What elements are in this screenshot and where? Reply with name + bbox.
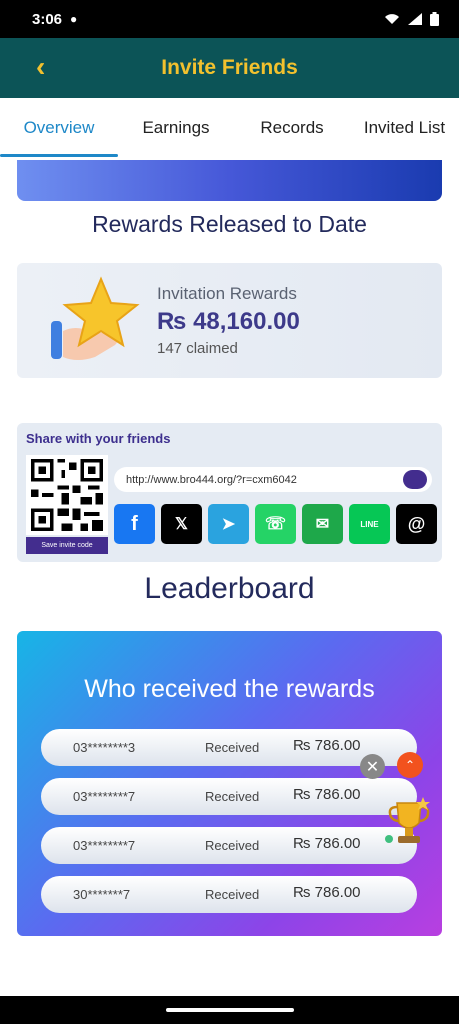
navigation-bar xyxy=(0,996,459,1024)
leaderboard-card: Who received the rewards 03********3 Rec… xyxy=(17,631,442,936)
tab-invited-list[interactable]: Invited List xyxy=(350,98,459,158)
facebook-icon: f xyxy=(131,512,138,535)
invite-url-field[interactable]: http://www.bro444.org/?r=cxm6042 xyxy=(114,467,432,492)
leaderboard-heading: Leaderboard xyxy=(144,572,315,605)
tab-overview[interactable]: Overview xyxy=(0,98,118,158)
winner-status: Received xyxy=(205,789,260,804)
line-icon: LINE xyxy=(360,519,379,529)
copy-icon[interactable] xyxy=(403,470,427,489)
home-gesture-bar[interactable] xyxy=(166,1008,294,1012)
rewards-heading: Rewards Released to Date xyxy=(92,211,367,237)
share-panel: Share with your friends Save invite code… xyxy=(17,423,442,562)
leaderboard-card-title: Who received the rewards xyxy=(84,675,375,703)
close-icon[interactable]: ✕ xyxy=(360,754,385,779)
app-header: ‹ Invite Friends xyxy=(0,38,459,98)
social-share-row: f 𝕏 ➤ ☏ ✉ LINE @ xyxy=(114,504,437,544)
winner-amount: ₨ 786.00 xyxy=(293,786,361,803)
promo-banner[interactable] xyxy=(17,160,442,201)
whatsapp-icon: ☏ xyxy=(264,514,287,533)
threads-icon: @ xyxy=(407,513,426,534)
line-share-button[interactable]: LINE xyxy=(349,504,390,544)
winner-phone: 30*******7 xyxy=(73,887,131,902)
winner-status: Received xyxy=(205,887,260,902)
sms-share-button[interactable]: ✉ xyxy=(302,504,343,544)
rewards-claimed-count: 147 claimed xyxy=(157,340,238,357)
telegram-icon: ➤ xyxy=(221,516,236,533)
threads-share-button[interactable]: @ xyxy=(396,504,437,544)
status-bar: 3:06 ● xyxy=(0,0,459,38)
winner-phone: 03********3 xyxy=(73,740,136,755)
leaderboard-row: 03********7 Received ₨ 786.00 xyxy=(41,827,417,864)
trophy-icon[interactable] xyxy=(383,795,435,851)
scroll-to-top-icon[interactable]: ⌃ xyxy=(397,752,423,778)
telegram-share-button[interactable]: ➤ xyxy=(208,504,249,544)
hand-star-icon xyxy=(51,276,140,360)
leaderboard-row: 30*******7 Received ₨ 786.00 xyxy=(41,876,417,913)
tab-bar: Overview Earnings Records Invited List xyxy=(0,98,459,158)
winner-amount: ₨ 786.00 xyxy=(293,835,361,852)
x-share-button[interactable]: 𝕏 xyxy=(161,504,202,544)
status-time: 3:06 xyxy=(32,10,63,28)
qr-code[interactable] xyxy=(26,455,108,535)
page-title: Invite Friends xyxy=(161,56,298,79)
x-icon: 𝕏 xyxy=(175,516,188,533)
battery-icon xyxy=(430,12,439,26)
invitation-rewards-card: Invitation Rewards ₨ 48,160.00 147 claim… xyxy=(17,263,442,378)
invite-url-text: http://www.bro444.org/?r=cxm6042 xyxy=(126,473,297,486)
winner-status: Received xyxy=(205,838,260,853)
leaderboard-row: 03********7 Received ₨ 786.00 xyxy=(41,778,417,815)
winner-status: Received xyxy=(205,740,260,755)
rewards-label: Invitation Rewards xyxy=(157,284,297,303)
winner-phone: 03********7 xyxy=(73,789,136,804)
rewards-amount: ₨ 48,160.00 xyxy=(157,308,300,335)
signal-icon xyxy=(408,13,422,25)
whatsapp-share-button[interactable]: ☏ xyxy=(255,504,296,544)
share-title: Share with your friends xyxy=(26,431,171,446)
winner-amount: ₨ 786.00 xyxy=(293,884,361,901)
facebook-share-button[interactable]: f xyxy=(114,504,155,544)
save-invite-code-button[interactable]: Save invite code xyxy=(26,537,108,554)
wifi-icon xyxy=(385,14,399,24)
chat-notification-icon: ● xyxy=(70,12,78,26)
back-icon[interactable]: ‹ xyxy=(36,52,45,82)
tab-earnings[interactable]: Earnings xyxy=(118,98,234,158)
sms-icon: ✉ xyxy=(315,516,330,533)
tab-records[interactable]: Records xyxy=(234,98,350,158)
winner-phone: 03********7 xyxy=(73,838,136,853)
winner-amount: ₨ 786.00 xyxy=(293,737,361,754)
